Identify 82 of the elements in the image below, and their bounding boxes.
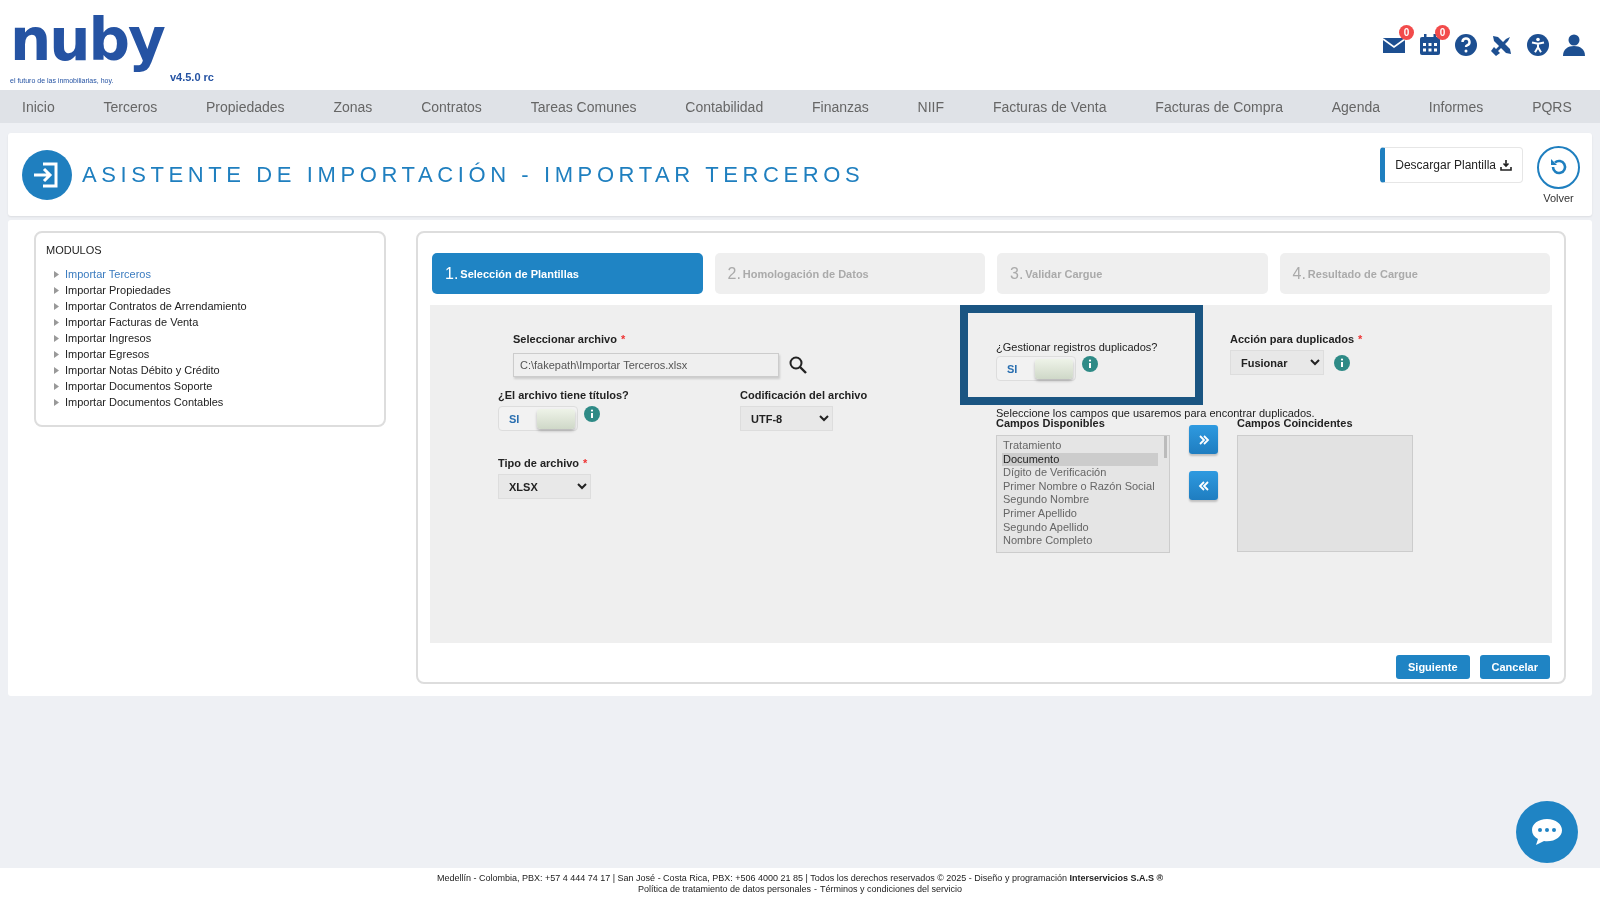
- sidebar-item[interactable]: Importar Propiedades: [54, 282, 374, 298]
- hint-text: Seleccione los campos que usaremos para encontrar duplicados.: [996, 407, 1316, 419]
- action-button[interactable]: Cancelar: [1479, 655, 1550, 679]
- back-button[interactable]: [1537, 145, 1580, 189]
- field-label: ¿Gestionar registros duplicados?: [996, 341, 1159, 353]
- list-option[interactable]: Segundo Nombre: [1002, 493, 1158, 507]
- list-option[interactable]: Primer Nombre o Razón Social: [1002, 479, 1158, 494]
- download-icon: [1500, 158, 1512, 171]
- sidebar-item[interactable]: Importar Contratos de Arrendamiento: [54, 298, 374, 314]
- nav-link[interactable]: Agenda: [1331, 98, 1381, 115]
- field-label: Seleccionar archivo: [513, 333, 617, 345]
- info-icon[interactable]: [1334, 354, 1350, 371]
- list-option[interactable]: Dígito de Verificación: [1002, 466, 1158, 480]
- encoding-select[interactable]: UTF-8: [740, 406, 833, 431]
- nav-link[interactable]: Contabilidad: [685, 98, 764, 115]
- nav-link[interactable]: Finanzas: [812, 98, 869, 115]
- user-icon[interactable]: [1562, 33, 1586, 57]
- field-label: Campos Coincidentes: [1237, 417, 1354, 429]
- sidebar-title: MODULOS: [46, 244, 103, 256]
- sidebar-item[interactable]: Importar Ingresos: [54, 330, 374, 346]
- tools-icon[interactable]: [1490, 33, 1514, 57]
- field-label: Tipo de archivo: [498, 457, 580, 469]
- chat-icon: [1530, 817, 1564, 847]
- sidebar-item[interactable]: Importar Documentos Soporte: [54, 378, 374, 394]
- accessibility-icon[interactable]: [1526, 33, 1550, 57]
- toggle-switch[interactable]: SI: [996, 356, 1076, 381]
- download-button[interactable]: Descargar Plantilla: [1380, 146, 1523, 183]
- action-button[interactable]: Siguiente: [1396, 655, 1470, 679]
- required-mark: *: [583, 457, 588, 469]
- list-option[interactable]: Nombre Completo: [1002, 534, 1158, 548]
- nav-link[interactable]: Informes: [1428, 98, 1484, 115]
- search-icon[interactable]: [789, 356, 807, 374]
- footer-link[interactable]: Términos y condiciones del servicio: [820, 884, 963, 895]
- footer-link[interactable]: Política de tratamiento de datos personales: [637, 884, 811, 895]
- field-label: Codificación del archivo: [740, 389, 868, 401]
- info-icon[interactable]: [1082, 356, 1098, 372]
- move-left-button[interactable]: [1189, 471, 1218, 500]
- calendar-icon[interactable]: [1418, 33, 1442, 57]
- nav-link[interactable]: Zonas: [333, 98, 373, 115]
- count-badge: 0: [1435, 25, 1450, 40]
- required-mark: *: [1358, 333, 1363, 345]
- nav-link[interactable]: Propiedades: [206, 98, 285, 115]
- sidebar-item[interactable]: Importar Facturas de Venta: [54, 314, 374, 330]
- list-option[interactable]: Segundo Apellido: [1002, 520, 1158, 535]
- help-icon[interactable]: [1454, 33, 1478, 57]
- list-option[interactable]: Primer Apellido: [1002, 506, 1158, 521]
- nav-link[interactable]: Inicio: [22, 98, 55, 115]
- nav-link[interactable]: Contratos: [421, 98, 482, 115]
- double-chevron-right-icon: [1197, 433, 1210, 446]
- sidebar-item[interactable]: Importar Terceros: [54, 266, 374, 282]
- field-label: ¿El archivo tiene títulos?: [498, 389, 630, 401]
- info-icon[interactable]: [584, 406, 600, 422]
- footer-text: Medellín - Colombia, PBX: +57 4 444 74 17 | San José - Costa Rica, PBX: +506 4000 21 85 | Todos los derechos reservados © 2025 - Diseño y programación Interservicios S.A.S ®: [436, 873, 1164, 884]
- nav-link[interactable]: Terceros: [103, 98, 158, 115]
- nav-link[interactable]: NIIF: [917, 98, 945, 115]
- separator-text: -: [814, 884, 817, 895]
- nav-link[interactable]: Tareas Comunes: [530, 98, 637, 115]
- double-chevron-left-icon: [1197, 479, 1210, 492]
- file-field[interactable]: C:\fakepath\Importar Terceros.xlsx: [513, 353, 779, 377]
- sidebar-item[interactable]: Importar Documentos Contables: [54, 394, 374, 410]
- list-option[interactable]: Documento: [1002, 452, 1158, 467]
- version-label: v4.5.0 rc: [169, 70, 214, 83]
- step-tab[interactable]: 1.Selección de Plantillas: [432, 253, 703, 294]
- logo: nuby: [10, 6, 166, 73]
- file-type-select[interactable]: XLSX: [498, 474, 591, 499]
- nav-link[interactable]: PQRS: [1532, 98, 1572, 115]
- field-label: Acción para duplicados: [1230, 333, 1355, 345]
- move-right-button[interactable]: [1189, 425, 1218, 454]
- page-title: ASISTENTE DE IMPORTACIÓN - IMPORTAR TERCEROS: [82, 161, 866, 188]
- action-select[interactable]: Fusionar: [1230, 350, 1324, 375]
- required-mark: *: [620, 333, 626, 345]
- nav-link[interactable]: Facturas de Venta: [992, 98, 1107, 115]
- list-option[interactable]: Tratamiento: [1002, 439, 1158, 453]
- available-fields-list[interactable]: Tratamiento Documento Dígito de Verificación Primer Nombre o Razón Social Segundo Nombre Primer Apellido Segundo Apellido Nombre Completo: [996, 435, 1170, 553]
- matching-fields-list[interactable]: [1237, 435, 1413, 552]
- toggle-switch[interactable]: SI: [498, 406, 578, 431]
- sidebar-item[interactable]: Importar Egresos: [54, 346, 374, 362]
- nav-link[interactable]: Facturas de Compra: [1155, 98, 1283, 115]
- count-badge: 0: [1399, 25, 1414, 40]
- back-label: Volver: [1543, 191, 1574, 204]
- import-icon: [21, 148, 73, 201]
- sidebar-item[interactable]: Importar Notas Débito y Crédito: [54, 362, 374, 378]
